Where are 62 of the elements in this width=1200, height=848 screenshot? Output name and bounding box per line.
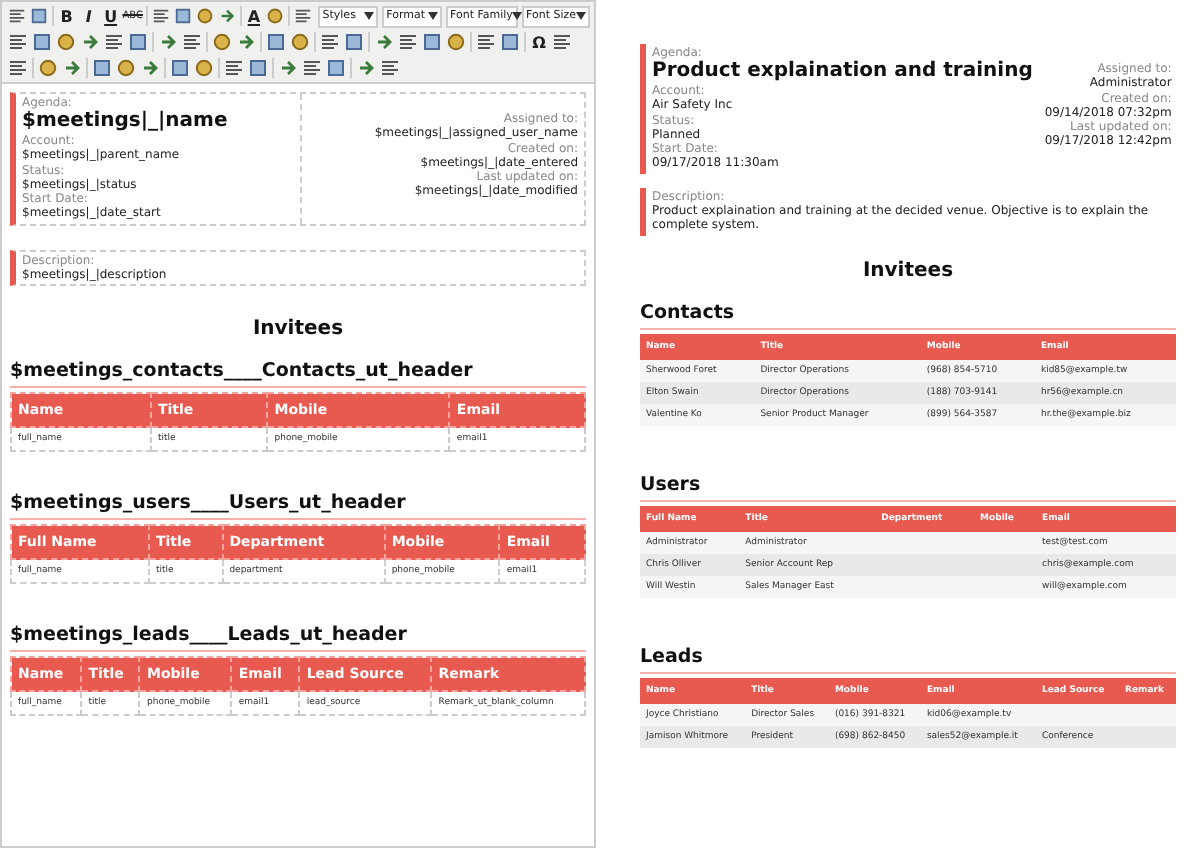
format-button[interactable]: I xyxy=(77,4,100,28)
arrow-icon[interactable] xyxy=(354,56,378,80)
arrow-icon[interactable] xyxy=(60,56,84,80)
lines-icon[interactable] xyxy=(180,30,204,54)
section-heading: Leads xyxy=(640,645,1176,673)
format-button[interactable]: Ω xyxy=(528,30,550,54)
arrow-icon[interactable] xyxy=(276,56,300,80)
lines-icon[interactable] xyxy=(300,56,324,80)
circle-icon[interactable] xyxy=(210,30,234,54)
arrow-icon[interactable] xyxy=(78,30,102,54)
lines-icon[interactable] xyxy=(474,30,498,54)
arrow-icon[interactable] xyxy=(138,56,162,80)
caret-icon xyxy=(428,12,438,20)
square-icon[interactable] xyxy=(168,56,192,80)
lines-icon[interactable] xyxy=(292,4,315,28)
lines-icon[interactable] xyxy=(6,30,30,54)
lines-icon[interactable] xyxy=(550,30,574,54)
section-heading: $meetings_contacts____Contacts_ut_header xyxy=(10,360,586,388)
lines-icon[interactable] xyxy=(6,56,30,80)
arrow-icon[interactable] xyxy=(234,30,258,54)
format-button[interactable]: U xyxy=(99,4,122,28)
circle-icon[interactable] xyxy=(288,30,312,54)
circle-icon[interactable] xyxy=(114,56,138,80)
caret-icon xyxy=(512,12,523,20)
arrow-icon[interactable] xyxy=(156,30,180,54)
circle-icon[interactable] xyxy=(54,30,78,54)
circle-icon[interactable] xyxy=(36,56,60,80)
square-icon[interactable] xyxy=(498,30,522,54)
format-button[interactable]: B xyxy=(55,4,78,28)
lines-icon[interactable] xyxy=(318,30,342,54)
lines-icon[interactable] xyxy=(102,30,126,54)
circle-icon[interactable] xyxy=(264,4,287,28)
square-icon[interactable] xyxy=(30,30,54,54)
section-heading: Contacts xyxy=(640,301,1176,329)
meeting-title: Product explaination and training xyxy=(652,60,1033,84)
format-button[interactable]: A xyxy=(242,4,265,28)
section-title: Invitees xyxy=(860,259,956,281)
caret-icon xyxy=(364,12,375,20)
section-heading: $meetings_leads____Leads_ut_header xyxy=(10,624,586,652)
circle-icon[interactable] xyxy=(193,4,216,28)
section-title: Invitees xyxy=(250,318,346,340)
lines-icon[interactable] xyxy=(222,56,246,80)
lines-icon[interactable] xyxy=(396,30,420,54)
square-icon[interactable] xyxy=(246,56,270,80)
lines-icon[interactable] xyxy=(149,4,172,28)
square-icon[interactable] xyxy=(90,56,114,80)
caret-icon xyxy=(576,12,587,20)
square-icon[interactable] xyxy=(126,30,150,54)
lines-icon[interactable] xyxy=(378,56,402,80)
square-icon[interactable] xyxy=(324,56,348,80)
square-icon[interactable] xyxy=(420,30,444,54)
square-icon[interactable] xyxy=(264,30,288,54)
square-icon[interactable] xyxy=(28,4,50,28)
circle-icon[interactable] xyxy=(444,30,468,54)
lines-icon[interactable] xyxy=(6,4,28,28)
section-heading: Users xyxy=(640,473,1176,501)
square-icon[interactable] xyxy=(171,4,194,28)
circle-icon[interactable] xyxy=(192,56,216,80)
arrow-icon[interactable] xyxy=(372,30,396,54)
meeting-title: $meetings|_|name xyxy=(22,110,230,134)
section-heading: $meetings_users____Users_ut_header xyxy=(10,492,586,520)
square-icon[interactable] xyxy=(342,30,366,54)
